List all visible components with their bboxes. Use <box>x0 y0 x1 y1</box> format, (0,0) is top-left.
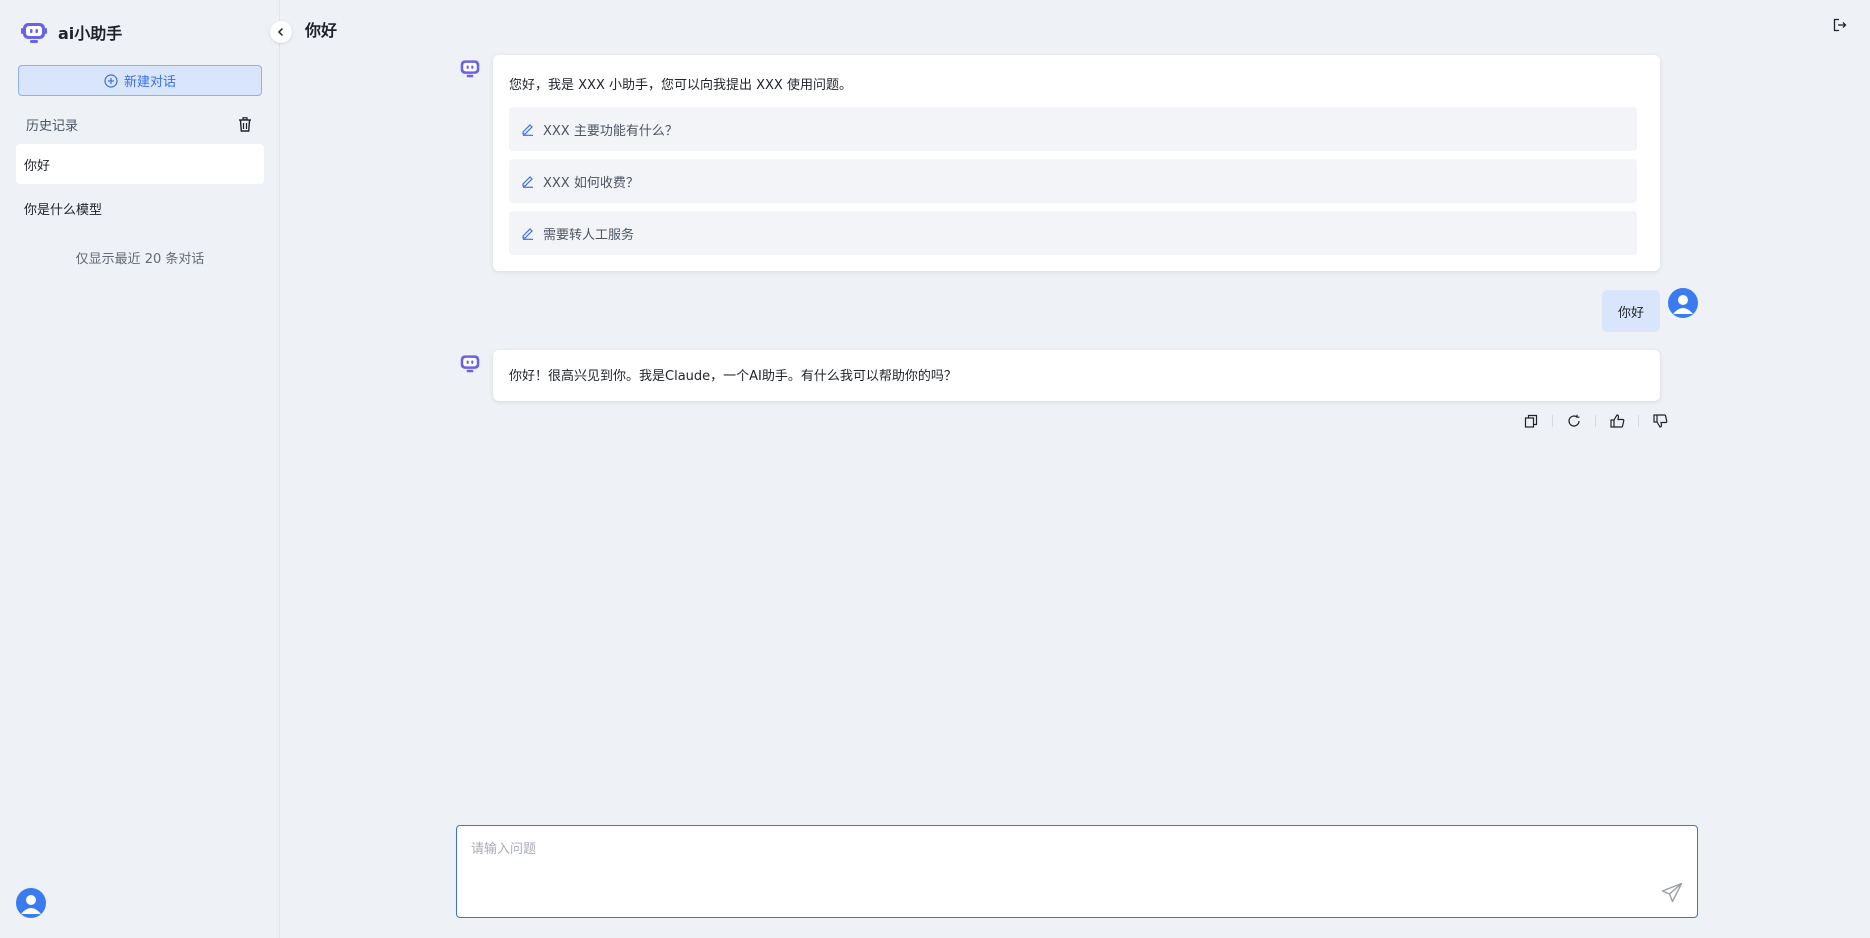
history-item-what-model[interactable]: 你是什么模型 <box>16 188 264 228</box>
chevron-left-icon <box>276 27 286 37</box>
new-chat-button[interactable]: 新建对话 <box>18 65 262 96</box>
chat-input[interactable] <box>471 838 1651 878</box>
bot-avatar-icon <box>458 57 482 79</box>
robot-icon <box>20 19 48 45</box>
suggestion-human-service[interactable]: 需要转人工服务 <box>509 211 1637 255</box>
bot-reply-message: 你好！很高兴见到你。我是Claude，一个AI助手。有什么我可以帮助你的吗？ <box>493 350 1660 401</box>
user-message-avatar <box>1668 288 1698 318</box>
history-header: 历史记录 <box>26 114 252 134</box>
refresh-icon[interactable] <box>1553 410 1595 432</box>
app-title: ai小助手 <box>58 24 123 43</box>
history-item-hello[interactable]: 你好 <box>16 144 264 184</box>
bot-reply-text: 你好！很高兴见到你。我是Claude，一个AI助手。有什么我可以帮助你的吗？ <box>509 369 957 384</box>
new-chat-label: 新建对话 <box>123 75 176 90</box>
plus-circle-icon <box>104 73 124 88</box>
brand: ai小助手 <box>20 19 122 45</box>
trash-icon[interactable] <box>238 116 252 132</box>
user-avatar[interactable] <box>16 888 46 918</box>
send-icon[interactable] <box>1661 882 1683 904</box>
chat-title: 你好 <box>305 21 338 40</box>
suggestion-label: XXX 主要功能有什么？ <box>543 123 678 139</box>
user-message-text: 你好 <box>1617 305 1644 321</box>
collapse-sidebar-button[interactable] <box>270 21 292 43</box>
edit-icon <box>521 226 543 240</box>
history-limit-note: 仅显示最近 20 条对话 <box>75 252 205 267</box>
history-title: 历史记录 <box>26 118 79 134</box>
thumbs-up-icon[interactable] <box>1596 410 1638 432</box>
user-message: 你好 <box>1602 290 1660 332</box>
welcome-text: 您好，我是 XXX 小助手，您可以向我提出 XXX 使用问题。 <box>509 78 852 93</box>
history-item-label: 你好 <box>24 158 51 174</box>
history-item-label: 你是什么模型 <box>24 202 103 218</box>
edit-icon <box>521 122 543 136</box>
message-actions <box>1510 410 1681 432</box>
user-icon <box>1673 295 1693 314</box>
edit-icon <box>521 174 543 188</box>
welcome-message: 您好，我是 XXX 小助手，您可以向我提出 XXX 使用问题。 XXX 主要功能… <box>493 55 1660 271</box>
suggestion-pricing[interactable]: XXX 如何收费？ <box>509 159 1637 203</box>
suggestion-features[interactable]: XXX 主要功能有什么？ <box>509 107 1637 151</box>
sidebar: ai小助手 新建对话 历史记录 你好 你是什么模型 仅显示最近 20 条对话 <box>0 0 280 938</box>
bot-avatar-icon <box>458 352 482 374</box>
user-icon <box>21 895 41 914</box>
thumbs-down-icon[interactable] <box>1639 410 1681 432</box>
logout-icon[interactable] <box>1833 18 1847 32</box>
chat-input-box <box>456 825 1698 918</box>
suggestion-label: XXX 如何收费？ <box>543 175 639 191</box>
copy-icon[interactable] <box>1510 410 1552 432</box>
suggestion-label: 需要转人工服务 <box>543 227 635 243</box>
